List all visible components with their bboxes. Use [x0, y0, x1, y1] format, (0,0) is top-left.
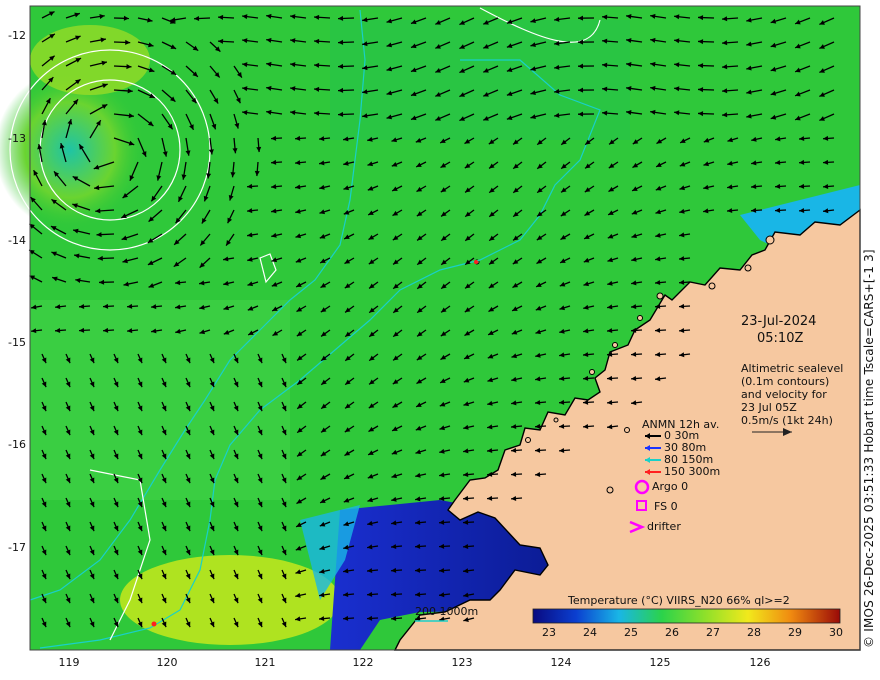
colorbar-tick: 28 [747, 626, 761, 639]
mooring-marker [474, 260, 478, 264]
info-line: 0.5m/s (1kt 24h) [741, 414, 833, 427]
lat-tick: -15 [8, 336, 26, 349]
map-date: 23-Jul-2024 [741, 314, 817, 329]
warm-patch [30, 25, 150, 95]
lat-tick: -16 [8, 438, 26, 451]
cool-eddy [0, 70, 145, 230]
info-line: Altimetric sealevel [741, 362, 844, 375]
lon-tick: 120 [156, 656, 178, 669]
isobath-legend-label: 200 1000m [415, 605, 479, 618]
warm-patch [120, 555, 340, 645]
lon-tick: 126 [749, 656, 771, 669]
colorbar-tick: 26 [665, 626, 679, 639]
fs-label: FS 0 [654, 500, 678, 513]
lat-tick: -12 [8, 29, 26, 42]
info-line: and velocity for [741, 388, 827, 401]
info-line: 23 Jul 05Z [741, 401, 797, 414]
temperature-colorbar [532, 608, 841, 624]
colorbar-tick: 29 [788, 626, 802, 639]
lat-tick: -14 [8, 234, 26, 247]
credit-text: © IMOS 26-Dec-2025 03:51:33 Hobart time … [862, 249, 876, 648]
map-figure [0, 5, 861, 651]
colorbar-tick: 30 [829, 626, 843, 639]
colorbar-tick: 27 [706, 626, 720, 639]
map-time: 05:10Z [757, 331, 804, 346]
colorbar-tick: 25 [624, 626, 638, 639]
colorbar-tick: 23 [542, 626, 556, 639]
colorbar-title: Temperature (°C) VIIRS_N20 66% ql>=2 [568, 594, 790, 607]
sea-patch [330, 20, 630, 140]
drifter-label: drifter [647, 520, 681, 533]
lon-tick: 121 [254, 656, 276, 669]
lat-tick: -13 [8, 132, 26, 145]
anmn-legend-item: 150 300m [664, 465, 721, 478]
lon-tick: 125 [649, 656, 671, 669]
argo-label: Argo 0 [652, 480, 689, 493]
lon-tick: 122 [352, 656, 374, 669]
lon-tick: 119 [58, 656, 80, 669]
lon-tick: 123 [451, 656, 473, 669]
lat-tick: -17 [8, 541, 26, 554]
info-line: (0.1m contours) [741, 375, 830, 388]
mooring-marker [151, 621, 157, 627]
lon-tick: 124 [550, 656, 572, 669]
colorbar-tick: 24 [583, 626, 597, 639]
